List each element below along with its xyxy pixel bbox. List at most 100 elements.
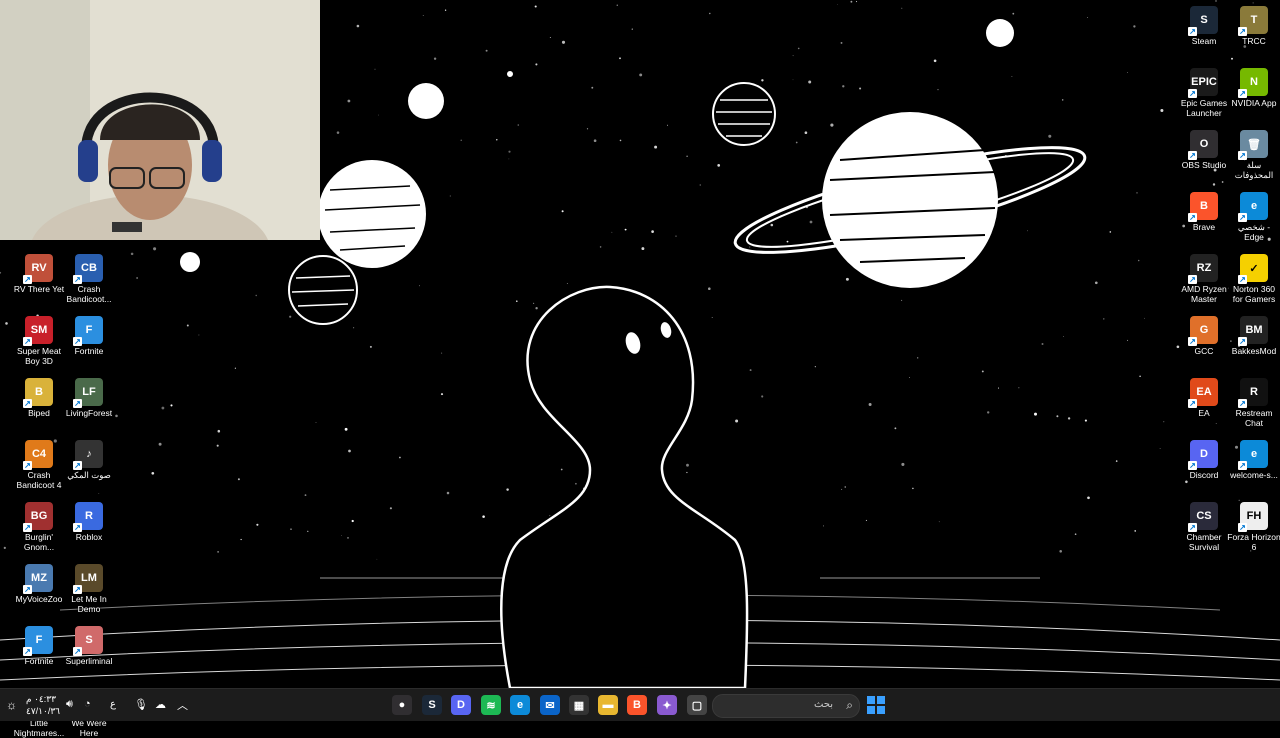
icon-label: صوت المكي xyxy=(67,470,111,480)
desktop-icon-nvidia-app[interactable]: N ↗ NVIDIA App xyxy=(1227,68,1280,108)
icon-label: MyVoiceZoo xyxy=(15,594,63,604)
desktop-icon-epic-games-launcher[interactable]: EPIC ↗ Epic Games Launcher xyxy=(1177,68,1231,118)
app-icon: FH ↗ xyxy=(1238,502,1268,532)
file-explorer-icon[interactable]: ▬ xyxy=(598,695,618,715)
desktop-icon-let-me-in-demo[interactable]: LM ↗ Let Me In Demo xyxy=(62,564,116,614)
shortcut-arrow-icon: ↗ xyxy=(1188,213,1197,222)
task-view-icon[interactable]: ▢ xyxy=(687,695,707,715)
shortcut-arrow-icon: ↗ xyxy=(1188,151,1197,160)
app-icon: e ↗ xyxy=(1238,192,1268,222)
desktop-icon-fortnite[interactable]: F ↗ Fortnite xyxy=(62,316,116,356)
icon-label: AMD Ryzen Master xyxy=(1181,284,1227,304)
shortcut-arrow-icon: ↗ xyxy=(73,523,82,532)
shortcut-arrow-icon: ↗ xyxy=(73,275,82,284)
icon-label: We Were Here xyxy=(71,718,107,738)
app-icon: e ↗ xyxy=(1238,440,1268,470)
clock-time[interactable]: ٠٤:٣٣ م xyxy=(26,694,56,705)
desktop-icon-gcc[interactable]: G ↗ GCC xyxy=(1177,316,1231,356)
app-icon: G ↗ xyxy=(1188,316,1218,346)
shortcut-arrow-icon: ↗ xyxy=(23,523,32,532)
app-icon: N ↗ xyxy=(1238,68,1268,98)
desktop-icon-norton-360-for-gamers[interactable]: ✓ ↗ Norton 360 for Gamers xyxy=(1227,254,1280,304)
shortcut-arrow-icon: ↗ xyxy=(23,337,32,346)
chevron-up-icon[interactable]: ︿ xyxy=(177,697,188,713)
icon-label: Crash Bandicoot... xyxy=(66,284,112,304)
edge-icon[interactable]: e xyxy=(510,695,530,715)
widgets-icon[interactable]: ☼ xyxy=(6,698,17,712)
icon-label: Chamber Survival xyxy=(1186,532,1222,552)
icon-label: Superliminal xyxy=(65,656,113,666)
shortcut-arrow-icon: ↗ xyxy=(1238,523,1247,532)
icon-label: welcome-s... xyxy=(1230,470,1278,480)
shortcut-arrow-icon: ↗ xyxy=(23,399,32,408)
icon-label: شخصي - Edge xyxy=(1237,222,1271,242)
icon-label: Little Nightmares... xyxy=(13,718,65,738)
clock-date[interactable]: ٤٧/١٠/٣٦ xyxy=(26,706,60,717)
desktop-icon-bakkesmod[interactable]: BM ↗ BakkesMod xyxy=(1227,316,1280,356)
webcam-person-image xyxy=(0,0,320,240)
app-icon: EA ↗ xyxy=(1188,378,1218,408)
desktop-icon-brave[interactable]: B ↗ Brave xyxy=(1177,192,1231,232)
shortcut-arrow-icon: ↗ xyxy=(73,585,82,594)
desktop-icon-roblox[interactable]: R ↗ Roblox xyxy=(62,502,116,542)
desktop-icon-trcc[interactable]: T ↗ TRCC xyxy=(1227,6,1280,46)
desktop-icon-crash-bandicoot-4[interactable]: C4 ↗ Crash Bandicoot 4 xyxy=(12,440,66,490)
brave-icon[interactable]: B xyxy=(627,695,647,715)
desktop-icon-amd-ryzen-master[interactable]: RZ ↗ AMD Ryzen Master xyxy=(1177,254,1231,304)
icon-label: TRCC xyxy=(1242,36,1266,46)
mail-icon[interactable]: ✉ xyxy=(540,695,560,715)
desktop-icon-burglin-gnom[interactable]: BG ↗ Burglin' Gnom... xyxy=(12,502,66,552)
icon-label: Biped xyxy=(28,408,50,418)
copilot-icon[interactable]: ✦ xyxy=(657,695,677,715)
shortcut-arrow-icon: ↗ xyxy=(1188,337,1197,346)
language-indicator[interactable]: ع xyxy=(110,699,116,710)
icon-label: Roblox xyxy=(75,532,103,542)
desktop-icon-myvoicezoo[interactable]: MZ ↗ MyVoiceZoo xyxy=(12,564,66,604)
icon-label: Restream Chat xyxy=(1235,408,1273,428)
icon-label: Brave xyxy=(1192,222,1216,232)
desktop-icon-[interactable]: ♪ ↗ صوت المكي xyxy=(62,440,116,480)
app-icon: T ↗ xyxy=(1238,6,1268,36)
shortcut-arrow-icon: ↗ xyxy=(1188,461,1197,470)
steam-icon[interactable]: S xyxy=(422,695,442,715)
app-icon: SM ↗ xyxy=(23,316,53,346)
desktop-icon-livingforest[interactable]: LF ↗ LivingForest xyxy=(62,378,116,418)
app-icon: RV ↗ xyxy=(23,254,53,284)
desktop-icon-super-meat-boy-3d[interactable]: SM ↗ Super Meat Boy 3D xyxy=(12,316,66,366)
desktop-icon-superliminal[interactable]: S ↗ Superliminal xyxy=(62,626,116,666)
desktop-icon-fortnite[interactable]: F ↗ Fortnite xyxy=(12,626,66,666)
search-input[interactable]: بحث ⌕ xyxy=(712,694,860,718)
icon-label: Epic Games Launcher xyxy=(1180,98,1228,118)
desktop-icon-steam[interactable]: S ↗ Steam xyxy=(1177,6,1231,46)
volume-icon[interactable]: 🔊︎ xyxy=(66,698,73,711)
store-icon[interactable]: ▦ xyxy=(569,695,589,715)
app-icon: S ↗ xyxy=(73,626,103,656)
desktop-icon-discord[interactable]: D ↗ Discord xyxy=(1177,440,1231,480)
desktop-icon-biped[interactable]: B ↗ Biped xyxy=(12,378,66,418)
wifi-icon[interactable]: ◔ xyxy=(84,698,91,710)
desktop-icon-welcome-s[interactable]: e ↗ welcome-s... xyxy=(1227,440,1280,480)
spotify-icon[interactable]: ≋ xyxy=(481,695,501,715)
desktop-icon-obs-studio[interactable]: O ↗ OBS Studio xyxy=(1177,130,1231,170)
desktop-icon-forza-horizon-6[interactable]: FH ↗ Forza Horizon 6 xyxy=(1227,502,1280,552)
icon-label: EA xyxy=(1198,408,1210,418)
desktop-icon-edge[interactable]: e ↗ شخصي - Edge xyxy=(1227,192,1280,242)
discord-taskbar-icon[interactable]: D xyxy=(451,695,471,715)
app-icon: B ↗ xyxy=(1188,192,1218,222)
cloud-icon[interactable]: ☁ xyxy=(155,698,166,711)
shortcut-arrow-icon: ↗ xyxy=(1238,151,1247,160)
desktop-icon-crash-bandicoot[interactable]: CB ↗ Crash Bandicoot... xyxy=(62,254,116,304)
obs-icon[interactable]: ● xyxy=(392,695,412,715)
shortcut-arrow-icon: ↗ xyxy=(1188,27,1197,36)
shortcut-arrow-icon: ↗ xyxy=(1238,27,1247,36)
shortcut-arrow-icon: ↗ xyxy=(23,647,32,656)
desktop-icon-rv-there-yet[interactable]: RV ↗ RV There Yet xyxy=(12,254,66,294)
desktop-icon-[interactable]: 🗑 ↗ سلة المحذوفات xyxy=(1227,130,1280,180)
desktop-icon-chamber-survival[interactable]: CS ↗ Chamber Survival xyxy=(1177,502,1231,552)
app-icon: RZ ↗ xyxy=(1188,254,1218,284)
microphone-icon[interactable]: 🎙︎ xyxy=(134,698,148,711)
search-placeholder: بحث xyxy=(813,699,833,710)
desktop-icon-restream-chat[interactable]: R ↗ Restream Chat xyxy=(1227,378,1280,428)
start-button[interactable] xyxy=(866,695,886,715)
desktop-icon-ea[interactable]: EA ↗ EA xyxy=(1177,378,1231,418)
